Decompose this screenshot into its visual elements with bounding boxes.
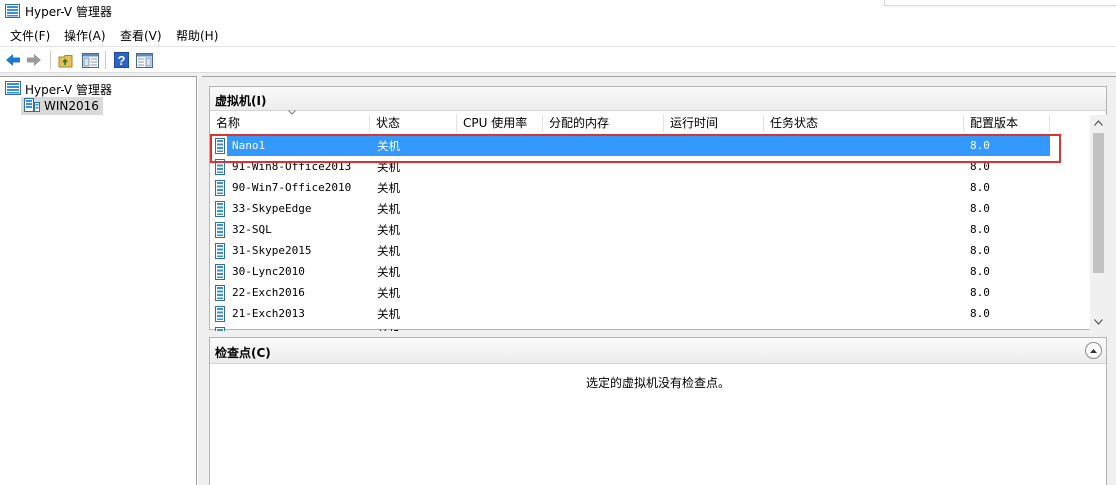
selection-highlight [227, 136, 1050, 156]
vm-icon [215, 243, 225, 262]
menu-view[interactable]: 查看(V) [120, 27, 162, 44]
vm-state: 关机 [377, 244, 400, 258]
vm-state: 关机 [377, 327, 400, 331]
vm-name: Nano1 [232, 139, 266, 152]
vm-state: 关机 [377, 223, 400, 237]
menu-action[interactable]: 操作(A) [64, 27, 106, 44]
scroll-down-icon[interactable] [1090, 314, 1107, 330]
show-hide-action-pane-icon[interactable] [135, 51, 153, 69]
vm-name: 21-Exch2013 [232, 307, 305, 320]
vm-panel-title: 虚拟机(I) [215, 94, 267, 108]
checkpoints-panel: 检查点(C) 选定的虚拟机没有检查点。 [209, 337, 1107, 485]
title-bar: Hyper-V 管理器 [0, 0, 1116, 23]
vm-name: 90-Win7-Office2010 [232, 181, 352, 194]
vm-state: 关机 [377, 139, 400, 153]
vm-row[interactable]: 91-Win8-Office2013 关机 8.0 [210, 156, 1090, 177]
vm-name: 31-Skype2015 [232, 244, 312, 257]
vm-row[interactable]: 33-SkypeEdge 关机 8.0 [210, 198, 1090, 219]
vm-config-version: 8.0 [970, 265, 990, 278]
vm-config-version: 8.0 [970, 223, 990, 236]
title-bar-corner [884, 0, 1116, 6]
vm-name: 32-SQL [232, 223, 272, 236]
vm-row[interactable]: 30-Lync2010 关机 8.0 [210, 261, 1090, 282]
tree-root-label: Hyper-V 管理器 [25, 83, 112, 97]
vm-list: Nano1 关机 8.0 91-Win8-Office2013 关机 8.0 9… [210, 135, 1090, 331]
column-state[interactable]: 状态 [370, 115, 457, 132]
help-icon[interactable]: ? [112, 51, 130, 69]
hyperv-manager-icon [5, 81, 21, 98]
vm-icon [215, 327, 225, 331]
collapse-chevron-up-icon[interactable] [1085, 342, 1102, 359]
vm-state: 关机 [377, 286, 400, 300]
show-hide-console-tree-icon[interactable] [81, 51, 99, 69]
vm-config-version: 8.0 [970, 202, 990, 215]
vm-panel-header: 虚拟机(I) [210, 87, 1106, 111]
vm-state: 关机 [377, 202, 400, 216]
hyperv-manager-window: Hyper-V 管理器 文件(F) 操作(A) 查看(V) 帮助(H) ? Hy… [0, 0, 1116, 485]
column-uptime[interactable]: 运行时间 [664, 115, 764, 132]
tree-node-hyperv-manager[interactable]: Hyper-V 管理器 [5, 81, 112, 98]
back-arrow-icon[interactable] [4, 51, 22, 69]
no-checkpoints-message: 选定的虚拟机没有检查点。 [585, 376, 730, 390]
vm-icon [215, 201, 225, 220]
vm-row[interactable]: 22-Exch2016 关机 8.0 [210, 282, 1090, 303]
vm-icon [215, 159, 225, 178]
toolbar-separator [50, 51, 51, 69]
vm-name: 30-Lync2010 [232, 265, 305, 278]
toolbar-separator [105, 51, 106, 69]
vm-row[interactable]: 21-Exch2013 关机 8.0 [210, 303, 1090, 324]
vm-state: 关机 [377, 181, 400, 195]
vm-config-version: 8.0 [970, 160, 990, 173]
vm-config-version: 8.0 [970, 286, 990, 299]
vm-row[interactable]: 90-Win7-Office2010 关机 8.0 [210, 177, 1090, 198]
vm-state: 关机 [377, 265, 400, 279]
vm-icon [215, 306, 225, 325]
hyperv-app-icon [5, 4, 20, 21]
vm-icon [215, 138, 225, 157]
vm-list-scrollbar[interactable] [1090, 115, 1107, 330]
vm-name: 22-Exch2016 [232, 286, 305, 299]
vm-row-partial[interactable]: 关机 [210, 324, 1090, 331]
vm-config-version: 8.0 [970, 307, 990, 320]
tree-server-label: WIN2016 [44, 99, 99, 113]
menu-bar: 文件(F) 操作(A) 查看(V) 帮助(H) [0, 24, 1116, 45]
results-pane: 虚拟机(I) 名称 状态 CPU 使用率 分配的内存 运行时间 任务状态 配置版… [202, 76, 1116, 485]
vm-icon [215, 264, 225, 283]
forward-arrow-icon[interactable] [25, 51, 43, 69]
cp-panel-header: 检查点(C) [210, 338, 1106, 364]
menu-help[interactable]: 帮助(H) [176, 27, 218, 44]
window-title: Hyper-V 管理器 [25, 5, 112, 19]
column-name[interactable]: 名称 [210, 115, 370, 132]
tree-node-server[interactable]: WIN2016 [21, 97, 103, 115]
vm-icon [215, 222, 225, 241]
vm-row-selected[interactable]: Nano1 关机 8.0 [210, 135, 1090, 156]
menu-file[interactable]: 文件(F) [10, 27, 50, 44]
up-folder-icon[interactable] [57, 51, 75, 69]
vm-state: 关机 [377, 160, 400, 174]
vm-config-version: 8.0 [970, 244, 990, 257]
vm-config-version: 8.0 [970, 139, 990, 152]
console-tree: Hyper-V 管理器 WIN2016 [0, 76, 197, 485]
toolbar: ? [0, 46, 1116, 73]
cp-panel-title: 检查点(C) [215, 346, 271, 360]
vm-name: 33-SkypeEdge [232, 202, 312, 215]
scroll-thumb[interactable] [1093, 133, 1104, 273]
vm-column-header: 名称 状态 CPU 使用率 分配的内存 运行时间 任务状态 配置版本 [210, 115, 1090, 132]
scroll-up-icon[interactable] [1090, 115, 1107, 131]
server-icon [24, 97, 40, 115]
column-config-version[interactable]: 配置版本 [964, 115, 1050, 132]
vm-name: 91-Win8-Office2013 [232, 160, 352, 173]
vm-icon [215, 180, 225, 199]
svg-text:?: ? [117, 53, 125, 68]
column-assigned-memory[interactable]: 分配的内存 [543, 115, 664, 132]
column-cpu-usage[interactable]: CPU 使用率 [457, 115, 543, 132]
vm-state: 关机 [377, 307, 400, 321]
virtual-machines-panel: 虚拟机(I) 名称 状态 CPU 使用率 分配的内存 运行时间 任务状态 配置版… [209, 86, 1107, 331]
vm-row[interactable]: 32-SQL 关机 8.0 [210, 219, 1090, 240]
vm-row[interactable]: 31-Skype2015 关机 8.0 [210, 240, 1090, 261]
vm-config-version: 8.0 [970, 181, 990, 194]
vm-icon [215, 285, 225, 304]
column-task-status[interactable]: 任务状态 [764, 115, 964, 132]
